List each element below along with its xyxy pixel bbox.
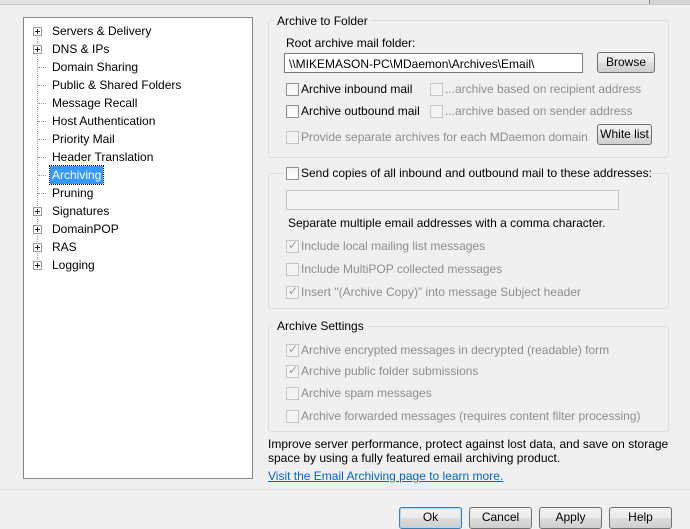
tree-item-label: Servers & Delivery — [52, 24, 152, 38]
tree-connector — [38, 85, 46, 86]
archiving-info-text: Improve server performance, protect agai… — [268, 437, 669, 465]
ok-button[interactable]: Ok — [399, 507, 462, 529]
tree-connector — [38, 103, 46, 104]
expand-plus-icon[interactable] — [33, 207, 42, 216]
tree-item-label: Header Translation — [52, 150, 154, 164]
archive-inbound-checkbox[interactable] — [286, 83, 299, 96]
tree-item-label: Logging — [52, 258, 95, 272]
archive-inbound-label: Archive inbound mail — [301, 82, 413, 96]
cancel-button[interactable]: Cancel — [469, 507, 532, 529]
separate-archives-label: Provide separate archives for each MDaem… — [301, 130, 588, 144]
send-copies-label: Send copies of all inbound and outbound … — [301, 166, 652, 180]
tree-item-label: Signatures — [52, 204, 110, 218]
title-bar-edge — [0, 0, 690, 5]
archive-public-folder-checkbox[interactable] — [286, 363, 299, 378]
root-folder-label: Root archive mail folder: — [286, 36, 416, 50]
include-local-lists-checkbox[interactable] — [286, 238, 299, 253]
insert-archive-copy-checkbox[interactable] — [286, 284, 299, 299]
archive-by-recipient-checkbox[interactable] — [430, 83, 443, 96]
tree-connector — [38, 157, 46, 158]
archive-to-folder-title: Archive to Folder — [274, 14, 371, 28]
close-button-edge — [649, 0, 690, 4]
expand-plus-icon[interactable] — [33, 45, 42, 54]
root-folder-input[interactable]: \\MIKEMASON-PC\MDaemon\Archives\Email\ — [284, 53, 583, 73]
settings-tree[interactable]: Servers & Delivery DNS & IPs Domain Shar… — [23, 17, 253, 479]
tree-item-label: Public & Shared Folders — [52, 78, 182, 92]
include-multipop-label: Include MultiPOP collected messages — [301, 262, 503, 276]
archive-outbound-label: Archive outbound mail — [301, 104, 420, 118]
tree-connector — [38, 193, 46, 194]
tree-item-label: RAS — [52, 240, 77, 254]
expand-plus-icon[interactable] — [33, 27, 42, 36]
tree-item-label: Message Recall — [52, 96, 138, 110]
copy-addresses-input[interactable] — [286, 190, 619, 210]
archive-settings-title: Archive Settings — [274, 319, 367, 333]
include-local-lists-label: Include local mailing list messages — [301, 239, 486, 253]
tree-item-label: DomainPOP — [52, 222, 119, 236]
archive-by-recipient-label: ...archive based on recipient address — [445, 82, 642, 96]
tree-connector — [38, 121, 46, 122]
archive-by-sender-checkbox[interactable] — [430, 105, 443, 118]
archive-public-folder-label: Archive public folder submissions — [301, 364, 479, 378]
tree-connector — [38, 67, 46, 68]
expand-plus-icon[interactable] — [33, 225, 42, 234]
archive-encrypted-checkbox[interactable] — [286, 342, 299, 357]
white-list-button[interactable]: White list — [597, 124, 652, 145]
apply-button[interactable]: Apply — [539, 507, 602, 529]
include-multipop-checkbox[interactable] — [286, 263, 299, 276]
separate-archives-checkbox[interactable] — [286, 131, 299, 144]
expand-plus-icon[interactable] — [33, 261, 42, 270]
archive-by-sender-label: ...archive based on sender address — [445, 104, 633, 118]
tree-item-label: Pruning — [52, 186, 94, 200]
help-button[interactable]: Help — [609, 507, 672, 529]
addresses-hint: Separate multiple email addresses with a… — [288, 216, 606, 230]
tree-item-label: Priority Mail — [52, 132, 115, 146]
insert-archive-copy-label: Insert "(Archive Copy)" into message Sub… — [301, 285, 581, 299]
tree-item-label: Domain Sharing — [52, 60, 139, 74]
archive-forwarded-checkbox[interactable] — [286, 410, 299, 423]
archive-spam-checkbox[interactable] — [286, 387, 299, 400]
tree-connector — [38, 175, 46, 176]
tree-item-label: DNS & IPs — [52, 42, 110, 56]
tree-item-label: Host Authentication — [52, 114, 156, 128]
archive-forwarded-label: Archive forwarded messages (requires con… — [301, 409, 641, 423]
archive-outbound-checkbox[interactable] — [286, 105, 299, 118]
send-copies-checkbox[interactable] — [286, 167, 299, 180]
tree-item-label: Archiving — [48, 165, 105, 185]
tree-connector — [38, 139, 46, 140]
browse-button[interactable]: Browse — [597, 52, 655, 73]
expand-plus-icon[interactable] — [33, 243, 42, 252]
archive-spam-label: Archive spam messages — [301, 386, 432, 400]
email-archiving-link[interactable]: Visit the Email Archiving page to learn … — [268, 469, 503, 483]
archive-encrypted-label: Archive encrypted messages in decrypted … — [301, 343, 610, 357]
bottom-separator — [0, 489, 690, 490]
